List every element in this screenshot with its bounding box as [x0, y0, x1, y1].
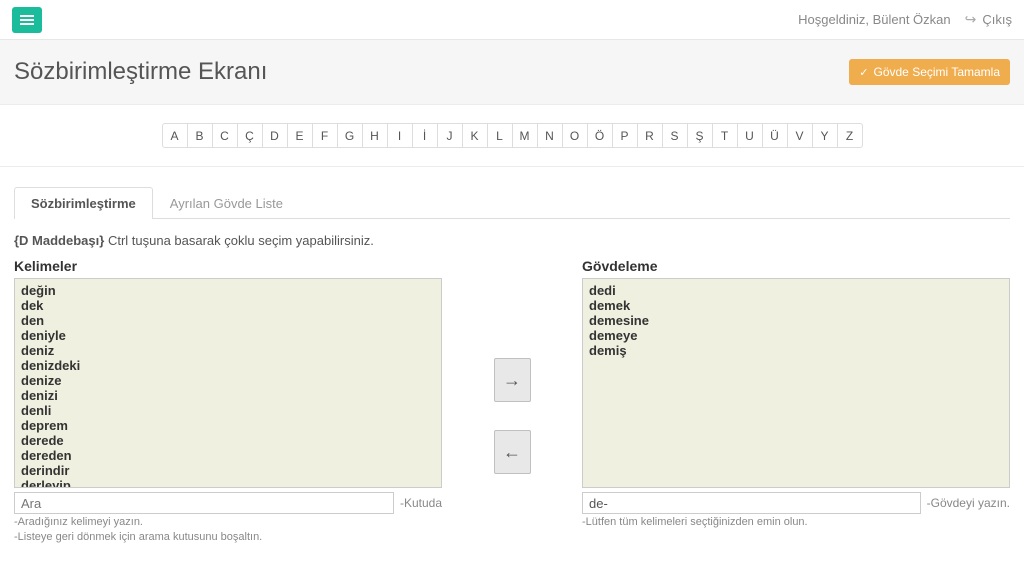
list-item[interactable]: dek — [21, 298, 435, 313]
list-item[interactable]: denize — [21, 373, 435, 388]
complete-selection-button[interactable]: ✓ Gövde Seçimi Tamamla — [849, 59, 1010, 85]
right-title: Gövdeleme — [582, 258, 1010, 274]
page-title: Sözbirimleştirme Ekranı — [14, 58, 267, 86]
alpha-letter-b[interactable]: B — [187, 123, 213, 148]
alpha-letter-t[interactable]: T — [712, 123, 738, 148]
stem-input[interactable] — [582, 492, 921, 514]
move-right-button[interactable]: → — [494, 358, 531, 402]
left-hint-1: -Aradığınız kelimeyi yazın. — [14, 516, 442, 529]
list-item[interactable]: den — [21, 313, 435, 328]
alpha-letter-o[interactable]: O — [562, 123, 588, 148]
search-suffix: -Kutuda — [400, 496, 442, 510]
alpha-letter-u[interactable]: U — [737, 123, 763, 148]
alpha-letter-i[interactable]: I — [387, 123, 413, 148]
alpha-letter-g[interactable]: G — [337, 123, 363, 148]
alpha-letter-r[interactable]: R — [637, 123, 663, 148]
list-item[interactable]: demeye — [589, 328, 1003, 343]
list-item[interactable]: denli — [21, 403, 435, 418]
check-icon: ✓ — [859, 66, 868, 79]
alphabet-nav: ABCÇDEFGHIİJKLMNOÖPRSŞTUÜVYZ — [162, 123, 863, 148]
list-item[interactable]: demek — [589, 298, 1003, 313]
search-input[interactable] — [14, 492, 394, 514]
alpha-letter-y[interactable]: Y — [812, 123, 838, 148]
alpha-letter-d[interactable]: D — [262, 123, 288, 148]
list-item[interactable]: dereden — [21, 448, 435, 463]
alpha-letter-ö[interactable]: Ö — [587, 123, 613, 148]
logout-label: Çıkış — [982, 12, 1012, 27]
list-item[interactable]: demesine — [589, 313, 1003, 328]
list-item[interactable]: derleyip — [21, 478, 435, 488]
alpha-letter-n[interactable]: N — [537, 123, 563, 148]
alpha-letter-e[interactable]: E — [287, 123, 313, 148]
tabs: Sözbirimleştirme Ayrılan Gövde Liste — [14, 187, 1010, 219]
tab-ayrilan-govde[interactable]: Ayrılan Gövde Liste — [153, 187, 300, 219]
stem-suffix: -Gövdeyi yazın. — [927, 496, 1010, 510]
list-item[interactable]: derede — [21, 433, 435, 448]
move-left-button[interactable]: ← — [494, 430, 531, 474]
list-item[interactable]: dedi — [589, 283, 1003, 298]
alpha-letter-p[interactable]: P — [612, 123, 638, 148]
alpha-letter-ü[interactable]: Ü — [762, 123, 788, 148]
arrow-right-icon: → — [503, 370, 521, 391]
list-item[interactable]: değin — [21, 283, 435, 298]
alpha-letter-j[interactable]: J — [437, 123, 463, 148]
alpha-letter-h[interactable]: H — [362, 123, 388, 148]
alpha-letter-a[interactable]: A — [162, 123, 188, 148]
welcome-text: Hoşgeldiniz, Bülent Özkan — [798, 12, 950, 27]
alpha-letter-c[interactable]: C — [212, 123, 238, 148]
alpha-letter-v[interactable]: V — [787, 123, 813, 148]
list-item[interactable]: denizi — [21, 388, 435, 403]
alpha-letter-k[interactable]: K — [462, 123, 488, 148]
stems-listbox[interactable]: dedidemekdemesinedemeyedemiş — [582, 278, 1010, 488]
left-hint-2: -Listeye geri dönmek için arama kutusunu… — [14, 531, 442, 544]
alpha-letter-ç[interactable]: Ç — [237, 123, 263, 148]
logout-icon: ↪ — [965, 11, 977, 28]
list-item[interactable]: denizdeki — [21, 358, 435, 373]
right-hint-1: -Lütfen tüm kelimeleri seçtiğinizden emi… — [582, 516, 1010, 529]
logout-link[interactable]: ↪ Çıkış — [965, 11, 1012, 28]
heading-letter: {D Maddebaşı} — [14, 233, 104, 248]
alpha-letter-z[interactable]: Z — [837, 123, 863, 148]
list-item[interactable]: deniyle — [21, 328, 435, 343]
alpha-letter-f[interactable]: F — [312, 123, 338, 148]
list-item[interactable]: deniz — [21, 343, 435, 358]
list-item[interactable]: derindir — [21, 463, 435, 478]
list-item[interactable]: demiş — [589, 343, 1003, 358]
list-item[interactable]: deprem — [21, 418, 435, 433]
alpha-letter-s[interactable]: S — [662, 123, 688, 148]
alpha-letter-i̇[interactable]: İ — [412, 123, 438, 148]
ctrl-note: Ctrl tuşuna basarak çoklu seçim yapabili… — [108, 233, 374, 248]
tab-sozbirimlestirme[interactable]: Sözbirimleştirme — [14, 187, 153, 219]
alpha-letter-l[interactable]: L — [487, 123, 513, 148]
complete-selection-label: Gövde Seçimi Tamamla — [874, 65, 1001, 79]
left-title: Kelimeler — [14, 258, 442, 274]
alpha-letter-ş[interactable]: Ş — [687, 123, 713, 148]
arrow-left-icon: ← — [503, 442, 521, 463]
alpha-letter-m[interactable]: M — [512, 123, 538, 148]
words-listbox[interactable]: değindekdendeniyledenizdenizdekidenizede… — [14, 278, 442, 488]
menu-toggle[interactable] — [12, 7, 42, 33]
subheader: {D Maddebaşı} Ctrl tuşuna basarak çoklu … — [14, 233, 1010, 248]
